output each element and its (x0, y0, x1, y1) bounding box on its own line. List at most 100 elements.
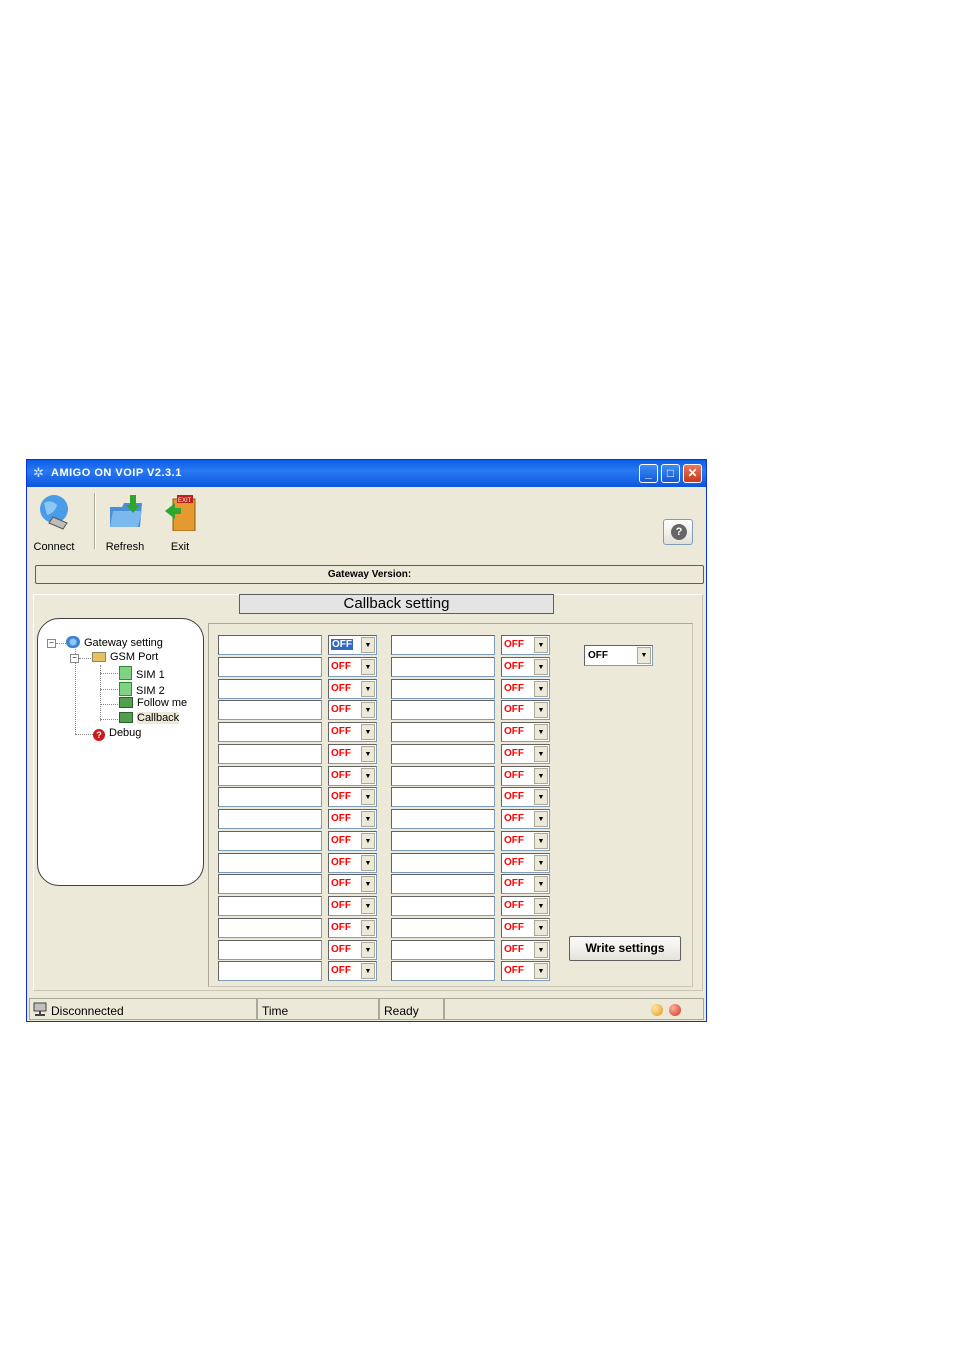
callback-number-input[interactable] (391, 830, 495, 851)
tree-collapse-icon[interactable]: − (70, 654, 79, 663)
callback-state-select[interactable]: OFF ▼ (328, 896, 377, 916)
callback-state-select[interactable]: OFF ▼ (328, 743, 377, 764)
callback-number-input[interactable] (218, 656, 322, 677)
callback-mode-select[interactable]: OFF ▼ (584, 645, 653, 666)
chevron-down-icon[interactable]: ▼ (637, 647, 651, 664)
callback-number-input[interactable] (218, 765, 322, 786)
close-button[interactable]: ✕ (683, 464, 702, 483)
callback-number-input[interactable] (218, 678, 322, 699)
tree-item-follow-me[interactable]: Follow me (119, 697, 187, 709)
callback-state-select[interactable]: OFF ▼ (501, 809, 550, 829)
callback-number-input[interactable] (218, 874, 322, 895)
callback-number-input[interactable] (391, 961, 495, 982)
callback-number-input[interactable] (391, 656, 495, 677)
callback-number-input[interactable] (391, 874, 495, 895)
callback-number-input[interactable] (391, 809, 495, 829)
help-button[interactable]: ? (663, 519, 693, 545)
chevron-down-icon[interactable]: ▼ (361, 919, 375, 936)
connect-button[interactable]: Connect (29, 491, 79, 553)
callback-state-select[interactable]: OFF ▼ (501, 961, 550, 982)
callback-number-input[interactable] (218, 961, 322, 982)
callback-state-select[interactable]: OFF ▼ (501, 939, 550, 960)
callback-state-select[interactable]: OFF ▼ (328, 635, 377, 655)
callback-number-input[interactable] (218, 852, 322, 873)
callback-number-input[interactable] (218, 635, 322, 655)
callback-state-select[interactable]: OFF ▼ (501, 787, 550, 808)
chevron-down-icon[interactable]: ▼ (534, 658, 548, 675)
chevron-down-icon[interactable]: ▼ (361, 876, 375, 893)
chevron-down-icon[interactable]: ▼ (534, 745, 548, 762)
chevron-down-icon[interactable]: ▼ (361, 854, 375, 871)
callback-state-select[interactable]: OFF ▼ (501, 678, 550, 699)
callback-state-select[interactable]: OFF ▼ (328, 700, 377, 721)
chevron-down-icon[interactable]: ▼ (361, 767, 375, 784)
callback-number-input[interactable] (218, 722, 322, 742)
callback-state-select[interactable]: OFF ▼ (328, 765, 377, 786)
chevron-down-icon[interactable]: ▼ (534, 680, 548, 697)
chevron-down-icon[interactable]: ▼ (361, 941, 375, 958)
chevron-down-icon[interactable]: ▼ (361, 963, 375, 980)
callback-state-select[interactable]: OFF ▼ (328, 961, 377, 982)
callback-state-select[interactable]: OFF ▼ (501, 852, 550, 873)
callback-state-select[interactable]: OFF ▼ (501, 743, 550, 764)
chevron-down-icon[interactable]: ▼ (534, 941, 548, 958)
chevron-down-icon[interactable]: ▼ (534, 919, 548, 936)
callback-number-input[interactable] (391, 896, 495, 916)
chevron-down-icon[interactable]: ▼ (361, 898, 375, 914)
callback-number-input[interactable] (218, 743, 322, 764)
tree-item-callback[interactable]: Callback (119, 712, 180, 724)
chevron-down-icon[interactable]: ▼ (361, 811, 375, 827)
callback-number-input[interactable] (391, 787, 495, 808)
chevron-down-icon[interactable]: ▼ (361, 724, 375, 740)
callback-number-input[interactable] (391, 722, 495, 742)
callback-number-input[interactable] (391, 852, 495, 873)
chevron-down-icon[interactable]: ▼ (361, 745, 375, 762)
chevron-down-icon[interactable]: ▼ (534, 963, 548, 980)
tree-item-sim1[interactable]: SIM 1 (119, 666, 165, 681)
callback-number-input[interactable] (391, 765, 495, 786)
callback-state-select[interactable]: OFF ▼ (501, 765, 550, 786)
callback-number-input[interactable] (391, 917, 495, 938)
callback-state-select[interactable]: OFF ▼ (501, 830, 550, 851)
chevron-down-icon[interactable]: ▼ (534, 876, 548, 893)
callback-number-input[interactable] (391, 743, 495, 764)
chevron-down-icon[interactable]: ▼ (534, 832, 548, 849)
callback-state-select[interactable]: OFF ▼ (501, 896, 550, 916)
callback-state-select[interactable]: OFF ▼ (328, 917, 377, 938)
callback-state-select[interactable]: OFF ▼ (328, 722, 377, 742)
tree-item-sim2[interactable]: SIM 2 (119, 682, 165, 697)
chevron-down-icon[interactable]: ▼ (361, 658, 375, 675)
callback-number-input[interactable] (218, 809, 322, 829)
chevron-down-icon[interactable]: ▼ (534, 854, 548, 871)
tree-item-gsm-port[interactable]: GSM Port (92, 651, 158, 663)
callback-number-input[interactable] (218, 787, 322, 808)
callback-state-select[interactable]: OFF ▼ (501, 656, 550, 677)
callback-number-input[interactable] (391, 700, 495, 721)
chevron-down-icon[interactable]: ▼ (534, 898, 548, 914)
write-settings-button[interactable]: Write settings (569, 936, 681, 961)
chevron-down-icon[interactable]: ▼ (361, 832, 375, 849)
chevron-down-icon[interactable]: ▼ (534, 702, 548, 719)
title-bar[interactable]: ✲ AMIGO ON VOIP V2.3.1 _ □ ✕ (27, 460, 706, 487)
chevron-down-icon[interactable]: ▼ (361, 789, 375, 806)
callback-state-select[interactable]: OFF ▼ (328, 874, 377, 895)
tree-collapse-icon[interactable]: − (47, 639, 56, 648)
callback-number-input[interactable] (218, 896, 322, 916)
chevron-down-icon[interactable]: ▼ (361, 702, 375, 719)
chevron-down-icon[interactable]: ▼ (534, 767, 548, 784)
callback-state-select[interactable]: OFF ▼ (328, 852, 377, 873)
chevron-down-icon[interactable]: ▼ (534, 637, 548, 653)
callback-number-input[interactable] (391, 635, 495, 655)
callback-state-select[interactable]: OFF ▼ (328, 656, 377, 677)
callback-state-select[interactable]: OFF ▼ (328, 809, 377, 829)
callback-state-select[interactable]: OFF ▼ (501, 722, 550, 742)
callback-state-select[interactable]: OFF ▼ (328, 830, 377, 851)
minimize-button[interactable]: _ (639, 464, 658, 483)
callback-state-select[interactable]: OFF ▼ (328, 678, 377, 699)
callback-state-select[interactable]: OFF ▼ (328, 939, 377, 960)
callback-number-input[interactable] (218, 700, 322, 721)
chevron-down-icon[interactable]: ▼ (534, 811, 548, 827)
callback-state-select[interactable]: OFF ▼ (501, 635, 550, 655)
refresh-button[interactable]: Refresh (100, 491, 150, 553)
callback-state-select[interactable]: OFF ▼ (501, 874, 550, 895)
